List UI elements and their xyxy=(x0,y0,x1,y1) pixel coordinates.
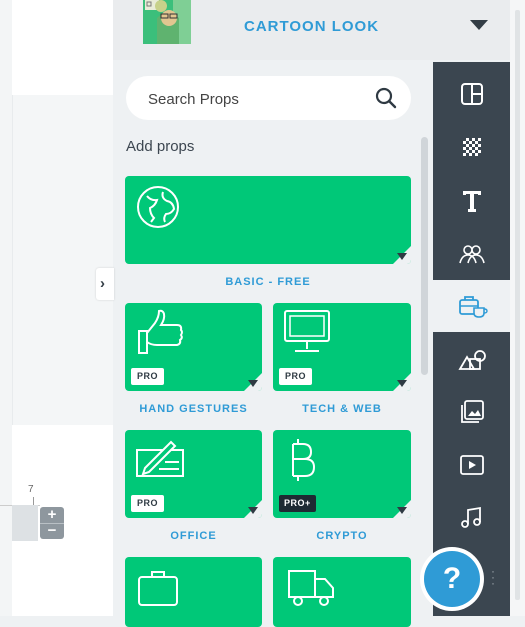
pro-plus-badge: PRO+ xyxy=(279,495,316,512)
search-box xyxy=(126,76,411,122)
expand-arrow-icon[interactable] xyxy=(397,507,407,514)
timeline-scene-thumb[interactable] xyxy=(12,505,38,541)
category-caption: HAND GESTURES xyxy=(139,403,248,415)
search-input[interactable] xyxy=(146,76,370,122)
canvas-edge xyxy=(0,0,12,616)
style-label: CARTOON LOOK xyxy=(244,18,380,35)
scene-page[interactable] xyxy=(12,95,114,425)
expand-arrow-icon[interactable] xyxy=(248,507,258,514)
sidebar-item-shapes[interactable] xyxy=(433,333,510,385)
search-icon[interactable] xyxy=(374,86,398,110)
sidebar-item-images[interactable] xyxy=(433,386,510,438)
truck-icon xyxy=(288,570,334,606)
sidebar-item-text[interactable] xyxy=(433,174,510,226)
globe-icon xyxy=(137,186,179,228)
layout-icon xyxy=(461,83,483,105)
video-icon xyxy=(460,455,484,475)
timeline-number: 7 xyxy=(28,484,34,495)
background-icon xyxy=(463,138,481,156)
pro-badge: PRO xyxy=(131,495,165,512)
category-card-basic[interactable] xyxy=(125,176,411,264)
props-panel: Add props BASIC - FREE PRO HAND GESTURES… xyxy=(113,62,433,627)
characters-icon xyxy=(459,245,485,264)
add-props-heading: Add props xyxy=(126,138,195,155)
shapes-icon xyxy=(458,350,486,370)
panel-scrollbar[interactable] xyxy=(421,137,428,375)
chevron-right-icon: › xyxy=(100,275,105,292)
expand-arrow-icon[interactable] xyxy=(397,253,407,260)
category-caption: OFFICE xyxy=(170,530,217,542)
expand-arrow-icon[interactable] xyxy=(248,380,258,387)
category-card-hand-gestures[interactable]: PRO xyxy=(125,303,262,391)
image-icon xyxy=(461,400,484,423)
props-icon xyxy=(459,296,488,318)
category-card-crypto[interactable]: PRO+ xyxy=(273,430,411,518)
canvas-area: 7 + − xyxy=(0,0,114,616)
briefcase-icon xyxy=(138,571,178,606)
expand-arrow-icon[interactable] xyxy=(397,380,407,387)
style-selector[interactable]: CARTOON LOOK xyxy=(113,0,510,60)
thumbs-up-icon xyxy=(138,309,183,354)
timeline-tick xyxy=(33,497,34,505)
category-caption: TECH & WEB xyxy=(302,403,382,415)
expand-panel-button[interactable]: › xyxy=(96,268,114,300)
chevron-down-icon[interactable] xyxy=(470,20,488,30)
category-card-tech-web[interactable]: PRO xyxy=(273,303,411,391)
category-caption: CRYPTO xyxy=(316,530,368,542)
check-writing-icon xyxy=(136,440,184,477)
sidebar-item-props[interactable] xyxy=(433,280,510,332)
sidebar-item-characters[interactable] xyxy=(433,227,510,279)
bitcoin-icon xyxy=(292,439,316,481)
sidebar-item-background[interactable] xyxy=(433,121,510,173)
sidebar-item-music[interactable] xyxy=(433,492,510,544)
help-button[interactable]: ? xyxy=(420,547,484,611)
scroll-track xyxy=(515,10,520,600)
sidebar-item-video[interactable] xyxy=(433,439,510,491)
tool-sidebar xyxy=(433,62,510,616)
monitor-icon xyxy=(284,310,330,352)
category-card-business[interactable] xyxy=(125,557,262,627)
zoom-out-button[interactable]: − xyxy=(40,523,64,539)
sidebar-item-layout[interactable] xyxy=(433,68,510,120)
text-icon xyxy=(463,191,481,212)
help-icon[interactable]: ? xyxy=(424,551,480,607)
zoom-control: + − xyxy=(40,507,64,539)
category-caption: BASIC - FREE xyxy=(225,276,311,288)
more-options-icon[interactable]: · · · xyxy=(491,565,495,589)
pro-badge: PRO xyxy=(131,368,165,385)
style-thumbnail xyxy=(143,0,191,44)
pro-badge: PRO xyxy=(279,368,313,385)
window-scrollbar[interactable] xyxy=(510,0,525,616)
music-icon xyxy=(461,506,481,528)
category-card-office[interactable]: PRO xyxy=(125,430,262,518)
category-card-transport[interactable] xyxy=(273,557,411,627)
